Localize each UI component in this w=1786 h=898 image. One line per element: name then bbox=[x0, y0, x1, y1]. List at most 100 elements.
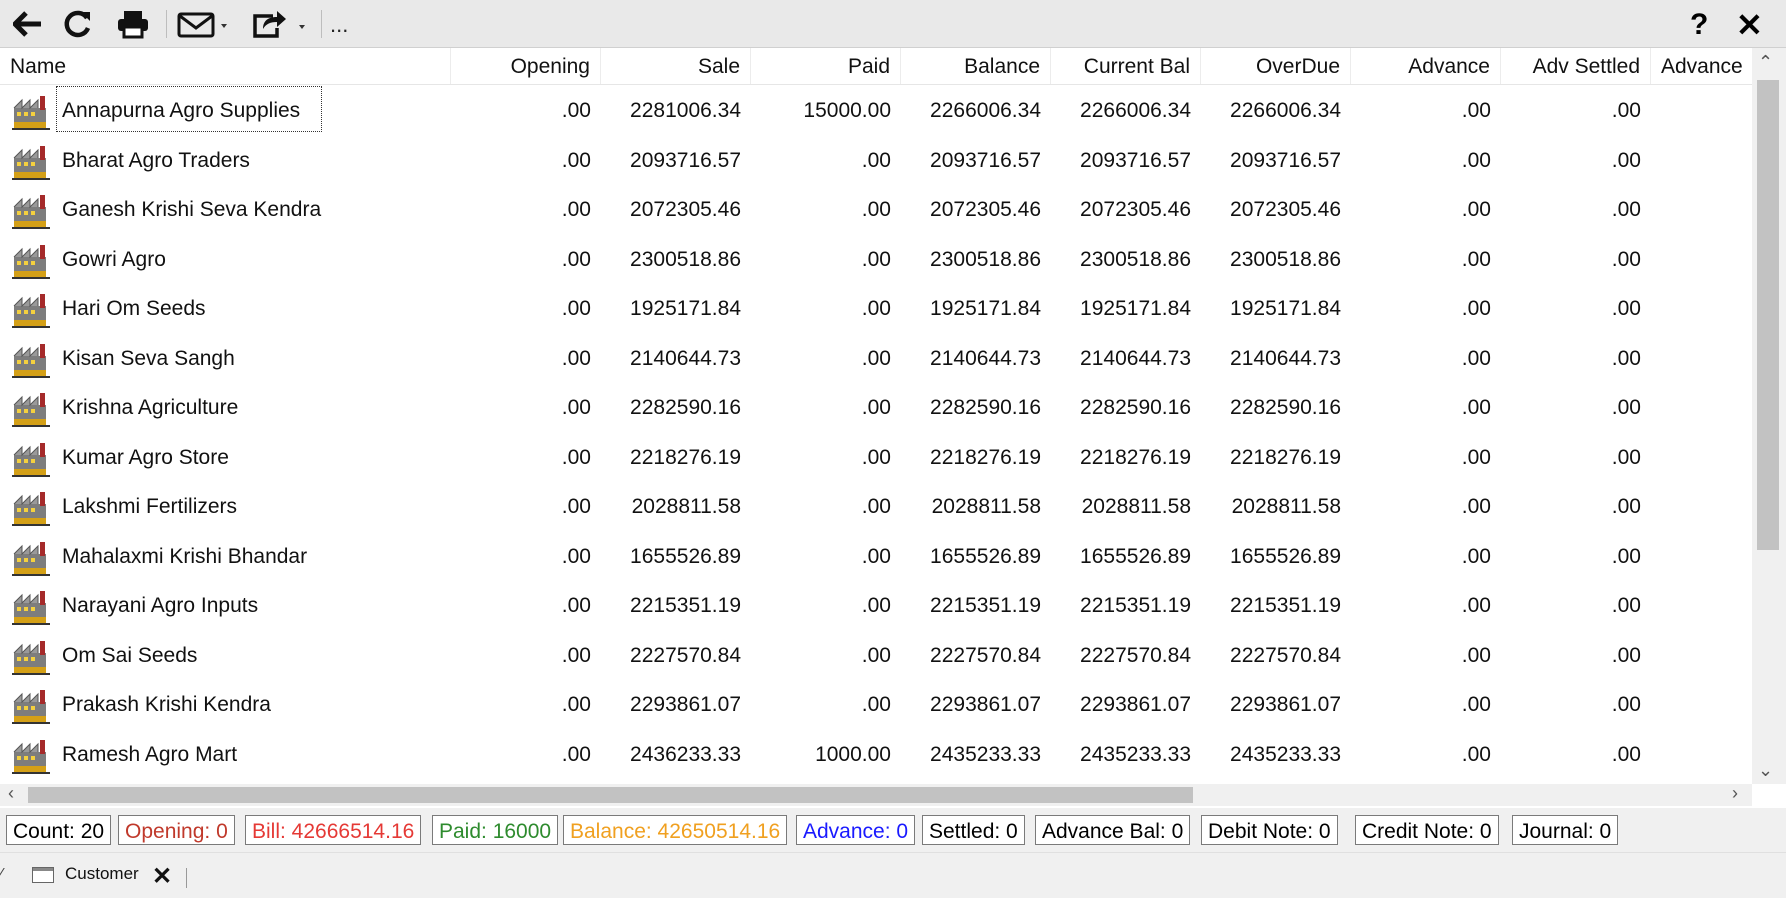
cell-current-bal: 2093716.57 bbox=[1080, 148, 1191, 172]
cell-balance: 2227570.84 bbox=[930, 643, 1041, 667]
cell-paid: 15000.00 bbox=[803, 99, 891, 122]
more-button[interactable]: ... bbox=[330, 12, 348, 38]
tab-close-icon[interactable]: ✕ bbox=[152, 862, 172, 891]
scroll-right-icon[interactable]: › bbox=[1732, 783, 1738, 804]
factory-icon bbox=[12, 540, 50, 576]
column-header-sale[interactable]: Sale bbox=[601, 48, 751, 84]
toolbar-separator bbox=[321, 10, 322, 38]
cell-paid: .00 bbox=[861, 643, 891, 667]
column-header-adv-settled[interactable]: Adv Settled bbox=[1501, 48, 1651, 84]
table-row[interactable]: Mahalaxmi Krishi Bhandar .00 1655526.89 … bbox=[0, 532, 1752, 582]
cell-paid: .00 bbox=[861, 247, 891, 271]
cell-advance: .00 bbox=[1461, 693, 1491, 716]
cell-overdue: 2215351.19 bbox=[1230, 594, 1341, 617]
scroll-up-icon[interactable]: ⌃ bbox=[1758, 52, 1773, 73]
tab-customer[interactable]: Customer bbox=[65, 864, 139, 884]
share-dropdown-button[interactable] bbox=[250, 6, 312, 42]
cell-balance: 2293861.07 bbox=[930, 693, 1041, 716]
cell-adv-settled: .00 bbox=[1611, 297, 1641, 320]
cell-paid: .00 bbox=[861, 198, 891, 221]
cell-sale: 2227570.84 bbox=[630, 643, 741, 667]
cell-sale: 2300518.86 bbox=[630, 247, 741, 271]
cell-adv-settled: .00 bbox=[1611, 445, 1641, 469]
table-row[interactable]: Ramesh Agro Mart .00 2436233.33 1000.00 … bbox=[0, 730, 1752, 780]
table-row[interactable]: Bharat Agro Traders .00 2093716.57 .00 2… bbox=[0, 136, 1752, 186]
table-row[interactable]: Hari Om Seeds .00 1925171.84 .00 1925171… bbox=[0, 284, 1752, 334]
table-row[interactable]: Annapurna Agro Supplies .00 2281006.34 1… bbox=[0, 86, 1752, 136]
cell-opening: .00 bbox=[561, 198, 591, 221]
column-header-current-bal[interactable]: Current Bal bbox=[1051, 48, 1201, 84]
cell-adv-settled: .00 bbox=[1611, 742, 1641, 766]
help-button[interactable]: ? bbox=[1690, 8, 1708, 42]
cell-overdue: 2093716.57 bbox=[1230, 148, 1341, 172]
cell-name: Bharat Agro Traders bbox=[62, 148, 250, 172]
cell-balance: 1655526.89 bbox=[930, 544, 1041, 568]
column-header-opening[interactable]: Opening bbox=[451, 48, 601, 84]
cell-balance: 2215351.19 bbox=[930, 594, 1041, 617]
cell-name: Krishna Agriculture bbox=[62, 396, 239, 419]
cell-name: Mahalaxmi Krishi Bhandar bbox=[62, 544, 308, 568]
factory-icon bbox=[12, 738, 50, 774]
table-row[interactable]: Om Sai Seeds .00 2227570.84 .00 2227570.… bbox=[0, 631, 1752, 681]
cell-advance: .00 bbox=[1461, 495, 1491, 518]
cell-advance: .00 bbox=[1461, 346, 1491, 370]
cell-current-bal: 2028811.58 bbox=[1081, 495, 1191, 518]
cell-current-bal: 2282590.16 bbox=[1080, 396, 1191, 419]
tab-strip-edge: ⁄ bbox=[0, 866, 3, 883]
table-row[interactable]: Ganesh Krishi Seva Kendra .00 2072305.46… bbox=[0, 185, 1752, 235]
table-row[interactable]: Narayani Agro Inputs .00 2215351.19 .00 … bbox=[0, 581, 1752, 631]
column-header-name[interactable]: Name bbox=[0, 48, 451, 84]
column-header-paid[interactable]: Paid bbox=[751, 48, 901, 84]
cell-name: Annapurna Agro Supplies bbox=[62, 99, 301, 122]
column-header-advance-bal[interactable]: Advance bbox=[1651, 48, 1752, 84]
factory-icon bbox=[12, 391, 50, 427]
factory-icon bbox=[12, 94, 50, 130]
table-row[interactable]: Kumar Agro Store .00 2218276.19 .00 2218… bbox=[0, 433, 1752, 483]
cell-current-bal: 1925171.84 bbox=[1080, 297, 1191, 320]
horizontal-scroll-thumb[interactable] bbox=[28, 787, 1193, 803]
customer-grid: Annapurna Agro Supplies .00 2281006.34 1… bbox=[0, 86, 1752, 784]
factory-icon bbox=[12, 441, 50, 477]
table-row[interactable]: Lakshmi Fertilizers .00 2028811.58 .00 2… bbox=[0, 482, 1752, 532]
cell-balance: 2300518.86 bbox=[930, 247, 1041, 271]
scroll-down-icon[interactable]: ⌄ bbox=[1758, 760, 1773, 781]
status-bill: Bill: 42666514.16 bbox=[245, 815, 422, 845]
cell-overdue: 2028811.58 bbox=[1231, 495, 1341, 518]
back-arrow-icon[interactable] bbox=[10, 6, 46, 42]
scroll-left-icon[interactable]: ‹ bbox=[8, 783, 14, 804]
close-button[interactable]: ✕ bbox=[1736, 6, 1763, 44]
printer-icon[interactable] bbox=[114, 6, 152, 42]
vertical-scroll-thumb[interactable] bbox=[1757, 80, 1779, 550]
cell-opening: .00 bbox=[561, 346, 591, 370]
table-row[interactable]: Prakash Krishi Kendra .00 2293861.07 .00… bbox=[0, 680, 1752, 730]
factory-icon bbox=[12, 639, 50, 675]
cell-advance: .00 bbox=[1461, 445, 1491, 469]
cell-balance: 2072305.46 bbox=[930, 198, 1041, 221]
status-settled: Settled: 0 bbox=[922, 815, 1025, 845]
cell-paid: .00 bbox=[861, 396, 891, 419]
mail-dropdown-button[interactable] bbox=[176, 6, 232, 42]
cell-current-bal: 2215351.19 bbox=[1080, 594, 1191, 617]
cell-advance: .00 bbox=[1461, 742, 1491, 766]
cell-current-bal: 2266006.34 bbox=[1080, 99, 1191, 122]
column-header-balance[interactable]: Balance bbox=[901, 48, 1051, 84]
cell-name: Prakash Krishi Kendra bbox=[62, 693, 271, 716]
cell-balance: 2093716.57 bbox=[930, 148, 1041, 172]
cell-sale: 1925171.84 bbox=[630, 297, 741, 320]
table-row[interactable]: Kisan Seva Sangh .00 2140644.73 .00 2140… bbox=[0, 334, 1752, 384]
cell-balance: 2218276.19 bbox=[930, 445, 1041, 469]
cell-opening: .00 bbox=[561, 445, 591, 469]
column-header-overdue[interactable]: OverDue bbox=[1201, 48, 1351, 84]
refresh-icon[interactable] bbox=[60, 6, 96, 42]
cell-adv-settled: .00 bbox=[1611, 346, 1641, 370]
cell-opening: .00 bbox=[561, 396, 591, 419]
cell-current-bal: 2218276.19 bbox=[1080, 445, 1191, 469]
table-row[interactable]: Gowri Agro .00 2300518.86 .00 2300518.86… bbox=[0, 235, 1752, 285]
cell-balance: 2435233.33 bbox=[930, 742, 1041, 766]
cell-adv-settled: .00 bbox=[1611, 643, 1641, 667]
table-row[interactable]: Krishna Agriculture .00 2282590.16 .00 2… bbox=[0, 383, 1752, 433]
cell-advance: .00 bbox=[1461, 99, 1491, 122]
cell-overdue: 2266006.34 bbox=[1230, 99, 1341, 122]
cell-advance: .00 bbox=[1461, 148, 1491, 172]
column-header-advance[interactable]: Advance bbox=[1351, 48, 1501, 84]
